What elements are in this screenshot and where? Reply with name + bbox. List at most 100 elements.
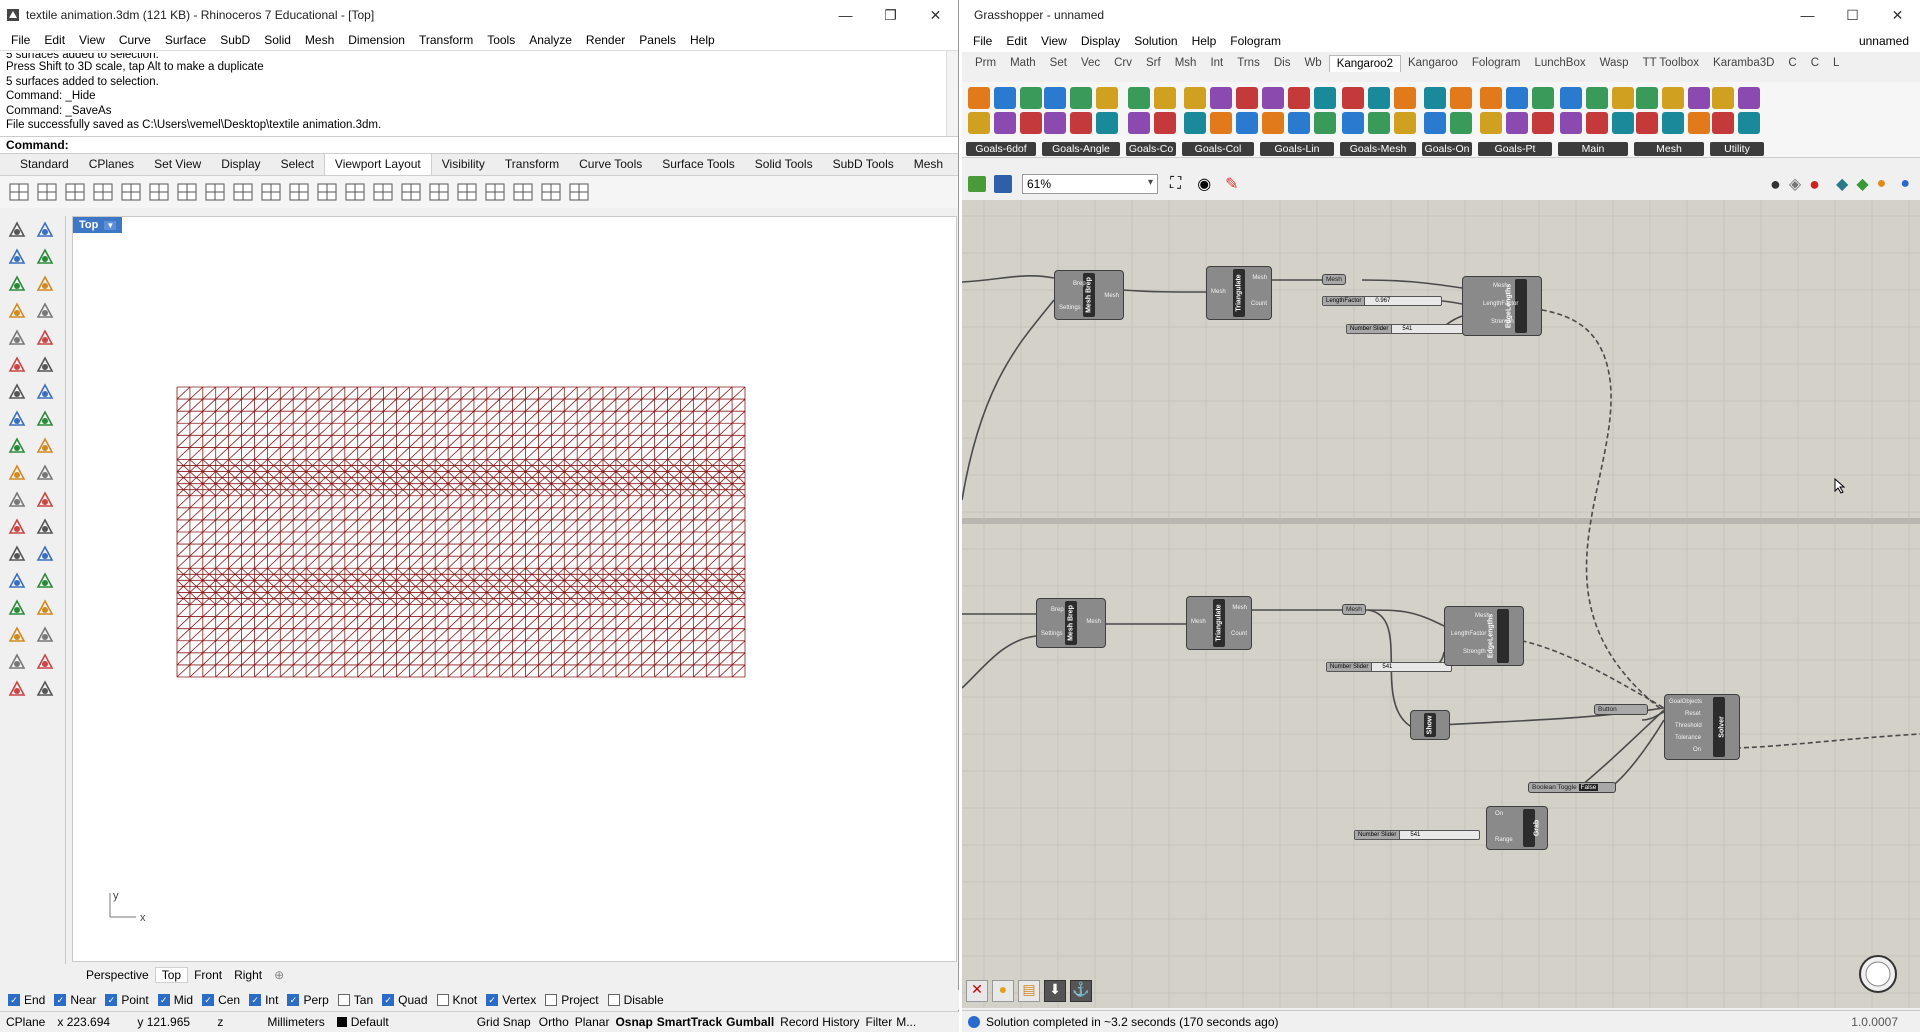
component-icon[interactable] <box>1612 112 1634 134</box>
component-icon[interactable] <box>1506 112 1528 134</box>
osnap-project-checkbox[interactable]: Project <box>545 993 599 1007</box>
gh-tab-wb[interactable]: Wb <box>1297 55 1328 71</box>
menu-dimension[interactable]: Dimension <box>341 33 412 47</box>
component-icon[interactable] <box>1688 87 1710 109</box>
status-smarttrack[interactable]: SmartTrack <box>655 1015 724 1029</box>
status-record-history[interactable]: Record History <box>776 1015 863 1029</box>
input-strength[interactable]: Strength <box>1491 319 1514 325</box>
component-icon[interactable] <box>1532 112 1554 134</box>
gh-tab-crv[interactable]: Crv <box>1107 55 1139 71</box>
status-cplane[interactable]: CPlane <box>0 1015 51 1029</box>
status-grid-snap[interactable]: Grid Snap <box>471 1015 537 1029</box>
menu-file[interactable]: File <box>4 33 37 47</box>
menu-edit[interactable]: Edit <box>37 33 72 47</box>
osnap-disable-checkbox[interactable]: Disable <box>607 993 664 1007</box>
gh-tab-kangaroo2[interactable]: Kangaroo2 <box>1328 54 1401 72</box>
sidebar-tool-icon[interactable] <box>6 516 28 538</box>
viewport-layout-tool-icon[interactable] <box>64 181 86 203</box>
component-icon[interactable] <box>1394 87 1416 109</box>
component-icon[interactable] <box>1314 112 1336 134</box>
output-mesh[interactable]: Mesh <box>1252 275 1267 281</box>
component-icon[interactable] <box>1636 87 1658 109</box>
component-icon[interactable] <box>1184 87 1206 109</box>
gh-tab-trns[interactable]: Trns <box>1230 55 1267 71</box>
component-icon[interactable] <box>1738 87 1760 109</box>
sidebar-tool-icon[interactable] <box>6 651 28 673</box>
sidebar-tool-icon[interactable] <box>34 624 56 646</box>
menu-subd[interactable]: SubD <box>213 33 257 47</box>
menu-analyze[interactable]: Analyze <box>522 33 579 47</box>
input-range[interactable]: Range <box>1495 837 1513 843</box>
component-icon[interactable] <box>1342 87 1364 109</box>
sidebar-tool-icon[interactable] <box>34 354 56 376</box>
menu-tools[interactable]: Tools <box>480 33 522 47</box>
osnap-cen-checkbox[interactable]: ✓ Cen <box>202 993 240 1007</box>
menu-transform[interactable]: Transform <box>412 33 480 47</box>
component-icon[interactable] <box>1662 112 1684 134</box>
component-icon[interactable] <box>1314 87 1336 109</box>
ribbon-group-label[interactable]: Goals-Co <box>1126 142 1176 156</box>
component-icon[interactable] <box>1738 112 1760 134</box>
gh-tab-msh[interactable]: Msh <box>1168 55 1204 71</box>
sidebar-tool-icon[interactable] <box>6 381 28 403</box>
gh-tab-c[interactable]: C <box>1781 55 1803 71</box>
viewport-layout-tool-icon[interactable] <box>176 181 198 203</box>
gh-tab-dis[interactable]: Dis <box>1267 55 1298 71</box>
osnap-mid-checkbox[interactable]: ✓ Mid <box>157 993 193 1007</box>
component-icon[interactable] <box>1184 112 1206 134</box>
button-param[interactable]: Button <box>1594 704 1648 715</box>
menu-mesh[interactable]: Mesh <box>298 33 341 47</box>
preview-mode-icon[interactable]: ◉ <box>1197 174 1211 194</box>
input-on[interactable]: On <box>1495 811 1503 817</box>
ribbon-group-label[interactable]: Main <box>1558 142 1628 156</box>
input-mesh[interactable]: Mesh <box>1191 619 1206 625</box>
component-icon[interactable] <box>1712 87 1734 109</box>
sidebar-tool-icon[interactable] <box>34 651 56 673</box>
viewport-layout-tool-icon[interactable] <box>540 181 562 203</box>
osnap-vertex-checkbox[interactable]: ✓ Vertex <box>486 993 536 1007</box>
tab-mesh[interactable]: Mesh <box>904 157 953 175</box>
sidebar-tool-icon[interactable] <box>6 219 28 241</box>
sidebar-tool-icon[interactable] <box>6 300 28 322</box>
input-settings[interactable]: Settings <box>1041 631 1063 637</box>
osnap-perp-checkbox[interactable]: ✓ Perp <box>287 993 329 1007</box>
component-icon[interactable] <box>994 87 1016 109</box>
length-factor-slider[interactable]: LengthFactor 0.967 <box>1322 296 1442 306</box>
sidebar-tool-icon[interactable] <box>34 435 56 457</box>
preview-shaded-icon[interactable]: ● <box>1770 174 1781 195</box>
viewport-layout-tool-icon[interactable] <box>400 181 422 203</box>
viewport-layout-tool-icon[interactable] <box>120 181 142 203</box>
triangulate-component-2[interactable]: Triangulate Mesh Mesh Count <box>1186 596 1252 650</box>
sketch-icon[interactable]: ✎ <box>1225 174 1238 194</box>
display-options-icon[interactable]: ● <box>1900 175 1910 193</box>
restore-button[interactable]: ❐ <box>868 0 913 30</box>
component-icon[interactable] <box>1424 112 1446 134</box>
number-slider-bottom[interactable]: Number Slider 541 <box>1354 830 1480 840</box>
gh-tab-wasp[interactable]: Wasp <box>1593 55 1636 71</box>
viewport-layout-tool-icon[interactable] <box>316 181 338 203</box>
status-filter[interactable]: Filter <box>864 1015 895 1029</box>
component-icon[interactable] <box>1128 112 1150 134</box>
menu-curve[interactable]: Curve <box>112 33 158 47</box>
sidebar-tool-icon[interactable] <box>6 354 28 376</box>
gh-close-button[interactable]: ✕ <box>1875 0 1920 30</box>
sidebar-tool-icon[interactable] <box>34 543 56 565</box>
component-icon[interactable] <box>1450 87 1472 109</box>
gh-tab-fologram[interactable]: Fologram <box>1465 55 1528 71</box>
component-icon[interactable] <box>1020 87 1042 109</box>
tab-curve-tools[interactable]: Curve Tools <box>569 157 652 175</box>
component-icon[interactable] <box>1368 112 1390 134</box>
component-icon[interactable] <box>1368 87 1390 109</box>
component-icon[interactable] <box>1506 87 1528 109</box>
viewport-top[interactable]: Top ▼ y x <box>72 216 957 962</box>
component-icon[interactable] <box>1586 112 1608 134</box>
input-mesh[interactable]: Mesh <box>1475 613 1490 619</box>
gh-tab-int[interactable]: Int <box>1203 55 1230 71</box>
gh-tab-srf[interactable]: Srf <box>1139 55 1168 71</box>
bookmark-widget-icon[interactable]: ▤ <box>1018 980 1040 1002</box>
grab-component[interactable]: Grab On Range <box>1486 806 1548 850</box>
bake-widget-icon[interactable]: ⬇ <box>1044 980 1066 1002</box>
viewport-layout-tool-icon[interactable] <box>372 181 394 203</box>
viewport-layout-tool-icon[interactable] <box>288 181 310 203</box>
status-ortho[interactable]: Ortho <box>537 1015 571 1029</box>
